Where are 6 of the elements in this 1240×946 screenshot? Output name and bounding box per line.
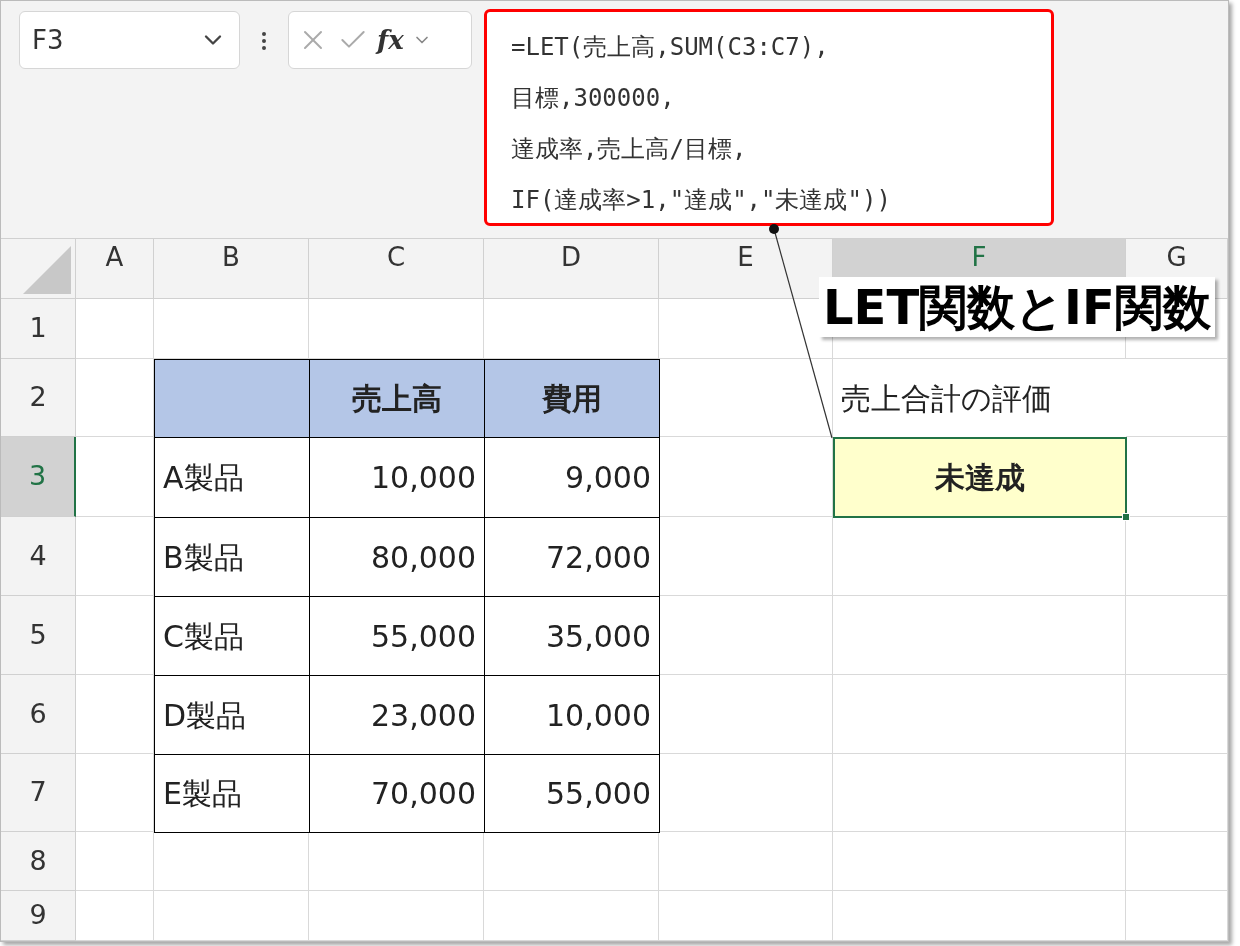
formula-line: IF(達成率>1,"達成","未達成")) bbox=[511, 185, 892, 216]
formula-line: =LET(売上高,SUM(C3:C7), bbox=[511, 32, 830, 63]
heading-tooltip: LET関数とIF関数 bbox=[819, 277, 1215, 337]
name-box-value: F3 bbox=[32, 23, 64, 57]
formula-line: 目標,300000, bbox=[511, 83, 676, 114]
formula-line: 達成率,売上高/目標, bbox=[511, 134, 748, 165]
